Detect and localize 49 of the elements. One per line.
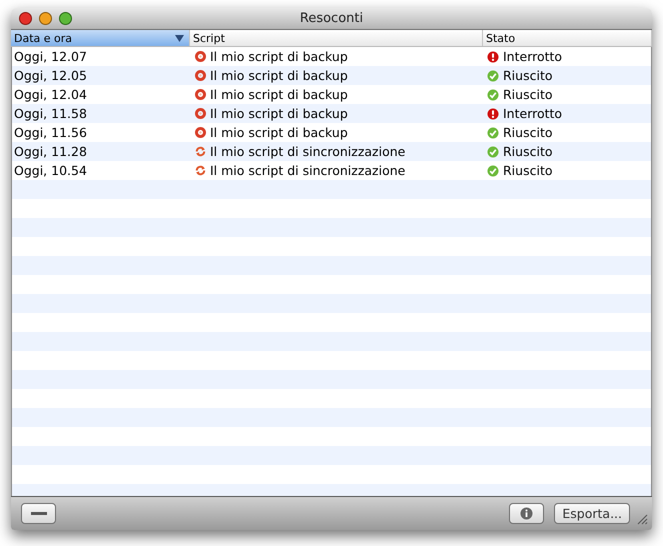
checkmark-icon (487, 164, 499, 176)
export-button[interactable]: Esporta... (554, 503, 630, 524)
script-name: Il mio script di backup (210, 125, 348, 140)
status-label: Riuscito (503, 68, 552, 83)
checkmark-icon (487, 146, 499, 158)
date-cell-text: Oggi, 11.56 (13, 124, 88, 142)
info-icon (520, 507, 534, 520)
date-cell-text: Oggi, 11.28 (13, 143, 88, 161)
sort-arrow-icon (175, 34, 184, 42)
remove-button[interactable] (21, 503, 56, 524)
stop-icon (195, 108, 206, 119)
stop-icon (195, 51, 206, 62)
date-cell-text: Oggi, 10.54 (13, 162, 88, 180)
status-label: Riuscito (503, 163, 552, 178)
status-label: Riuscito (503, 125, 552, 140)
status-label: Interrotto (503, 49, 562, 64)
resize-grip-icon (637, 514, 648, 525)
sync-icon (195, 165, 206, 176)
script-name: Il mio script di sincronizzazione (210, 144, 406, 159)
script-name: Il mio script di backup (210, 106, 348, 121)
script-name: Il mio script di backup (210, 87, 348, 102)
stop-icon (195, 89, 206, 100)
info-button[interactable] (509, 503, 544, 524)
alert-icon (487, 108, 499, 120)
status-label: Riuscito (503, 144, 552, 159)
zoom-button[interactable] (59, 12, 72, 25)
script-name: Il mio script di sincronizzazione (210, 163, 406, 178)
close-button[interactable] (19, 12, 32, 25)
date-cell-text: Oggi, 11.58 (13, 105, 88, 123)
checkmark-icon (487, 126, 499, 138)
status-label: Riuscito (503, 87, 552, 102)
checkmark-icon (487, 70, 499, 82)
minus-icon (30, 512, 46, 515)
minimize-button[interactable] (39, 12, 52, 25)
status-label: Interrotto (503, 106, 562, 121)
script-name: Il mio script di backup (210, 68, 348, 83)
sync-icon (195, 146, 206, 157)
alert-icon (487, 50, 499, 62)
date-cell-text: Oggi, 12.07 (13, 48, 88, 66)
script-name: Il mio script di backup (210, 49, 348, 64)
date-cell-text: Oggi, 12.04 (13, 86, 88, 104)
stop-icon (195, 70, 206, 81)
stop-icon (195, 127, 206, 138)
window-title: Resoconti (300, 11, 364, 26)
column-header[interactable]: Data e ora (11, 30, 190, 46)
checkmark-icon (487, 88, 499, 100)
date-cell-text: Oggi, 12.05 (13, 67, 88, 85)
column-header[interactable]: Stato (483, 30, 652, 46)
column-header[interactable]: Script (190, 30, 483, 46)
